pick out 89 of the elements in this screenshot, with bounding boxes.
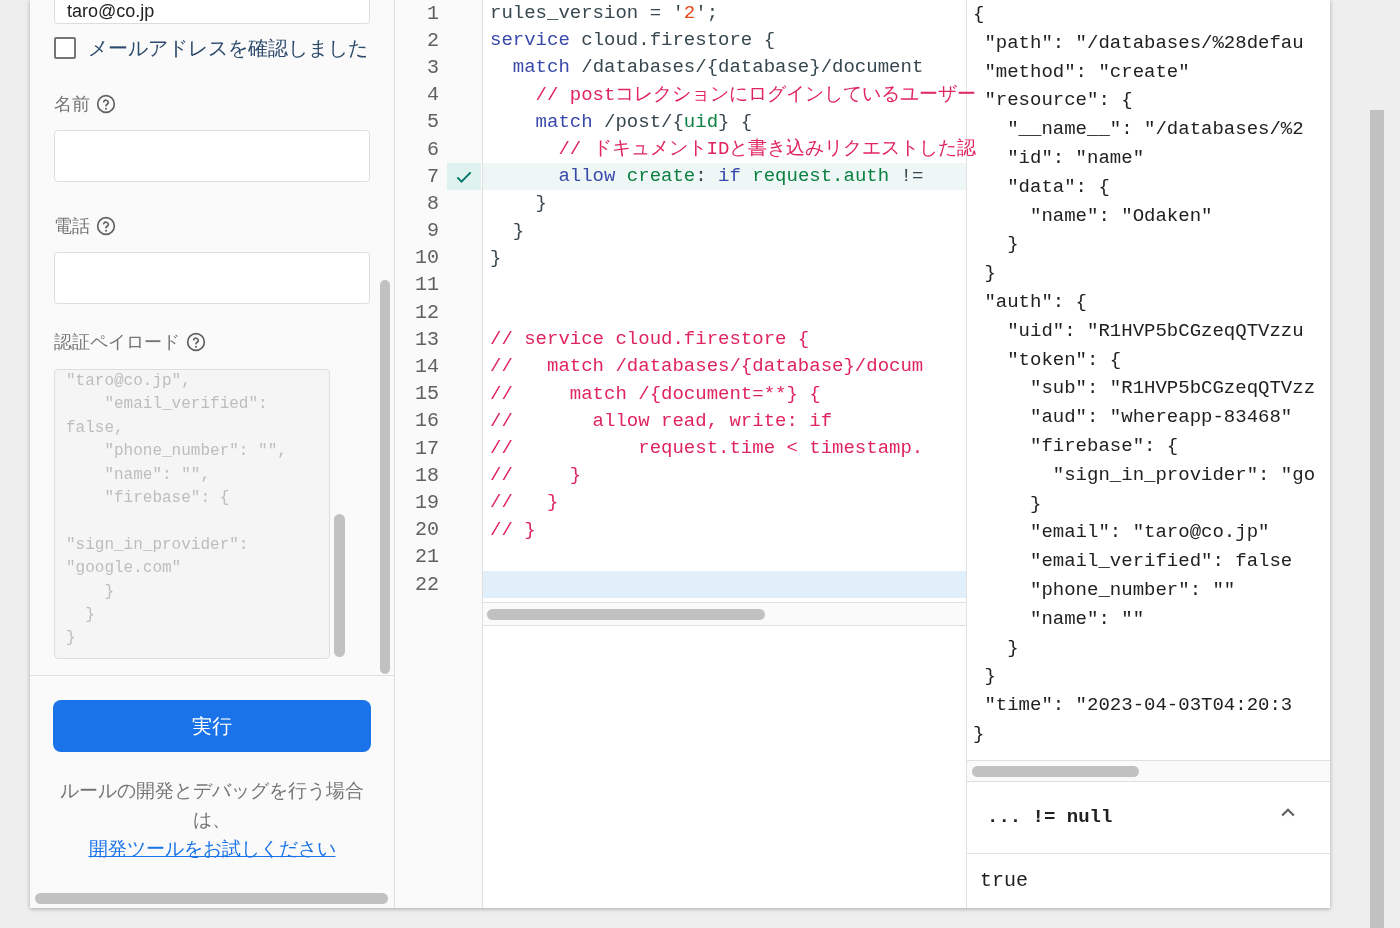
- line-number: 3: [426, 54, 439, 81]
- line-number: 10: [414, 245, 439, 272]
- json-line: "phone_number": "": [1029, 578, 1236, 601]
- result-text: true: [980, 868, 1028, 894]
- line-number: 19: [414, 489, 439, 516]
- expression-header[interactable]: ... != null: [967, 782, 1330, 854]
- code-line: // }: [490, 491, 559, 514]
- json-line: "email_verified": false: [1029, 550, 1293, 573]
- json-line: }: [1029, 492, 1042, 515]
- json-line: "path": "/databases/%28defau: [983, 31, 1304, 54]
- scrollbar-thumb[interactable]: [380, 280, 390, 674]
- field-label: 認証ペイロード: [54, 330, 180, 354]
- line-number: 16: [414, 408, 439, 435]
- json-line: "time": "2023-04-03T04:20:3: [983, 694, 1293, 717]
- line-number: 8: [426, 190, 439, 217]
- line-number: 6: [426, 136, 439, 163]
- line-number: 4: [426, 82, 439, 109]
- line-number: 9: [426, 218, 439, 245]
- code-line: match /post/{uid} {: [534, 110, 753, 133]
- json-line: "uid": "R1HVP5bCGzeqQTVzzu: [1006, 319, 1304, 342]
- input-field[interactable]: [54, 130, 370, 182]
- email-field[interactable]: taro@co.jp: [54, 0, 370, 24]
- line-number: 12: [414, 299, 439, 326]
- help-icon[interactable]: [96, 94, 116, 114]
- json-line: "__name__": "/databases/%2: [1006, 118, 1304, 141]
- field-label: 電話: [54, 214, 90, 238]
- code-line: }: [511, 219, 525, 242]
- json-line: "firebase": {: [1029, 434, 1179, 457]
- code-line: // }: [490, 518, 536, 541]
- code-line: // }: [490, 464, 582, 487]
- help-icon[interactable]: [186, 332, 206, 352]
- code-line: // postコレクションにログインしているユーザー: [534, 83, 977, 106]
- json-line: }: [1006, 636, 1019, 659]
- payload-text-area: "taro@co.jp", "email_verified": false, "phone_number": "", "name": "", "firebase": { "sign_in_provider": "google.com" } } }: [54, 369, 330, 659]
- code-line: // service cloud.firestore {: [490, 328, 810, 351]
- json-line: "aud": "whereapp-83468": [1029, 406, 1293, 429]
- code-line: match /databases/{database}/document: [511, 56, 924, 79]
- line-number: 17: [414, 435, 439, 462]
- code-line: // request.time < timestamp.: [490, 437, 924, 459]
- code-line: rules_version = '2';: [490, 2, 719, 24]
- hint-text: ルールの開発とデバッグを行う場合は、: [59, 779, 365, 832]
- help-icon[interactable]: [96, 216, 116, 236]
- line-number: 15: [414, 381, 439, 408]
- code-line: }: [534, 192, 547, 215]
- scrollbar-thumb[interactable]: [972, 766, 1139, 777]
- code-line: // allow read, write: if: [490, 409, 833, 432]
- input-field[interactable]: [54, 252, 370, 304]
- json-line: {: [973, 3, 985, 25]
- code-line: }: [490, 246, 502, 269]
- line-number: 13: [414, 326, 439, 353]
- line-number: 2: [426, 27, 439, 54]
- code-line: allow create: if request.auth !=: [557, 165, 924, 188]
- json-line: "name": "": [1029, 607, 1145, 630]
- scrollbar-thumb[interactable]: [1370, 110, 1384, 928]
- json-line: }: [1006, 233, 1019, 256]
- run-button[interactable]: 実行: [53, 700, 371, 752]
- scrollbar-thumb[interactable]: [35, 893, 388, 904]
- scrollbar-thumb[interactable]: [487, 609, 765, 621]
- json-line: "data": {: [1006, 175, 1110, 198]
- line-number: 5: [426, 109, 439, 136]
- checkbox-label: メールアドレスを確認しました: [88, 36, 368, 61]
- code-line: service cloud.firestore {: [490, 29, 776, 52]
- json-line: "token": {: [1006, 348, 1122, 371]
- line-number: 20: [414, 517, 439, 544]
- json-line: }: [983, 262, 996, 285]
- json-line: "name": "Odaken": [1029, 204, 1213, 227]
- line-number: 21: [414, 544, 439, 571]
- code-line: // match /{document=**} {: [490, 382, 821, 405]
- json-line: "resource": {: [983, 89, 1133, 112]
- json-line: "sign_in_provider": "go: [1051, 463, 1316, 486]
- json-line: "sub": "R1HVP5bCGzeqQTVzz: [1029, 377, 1316, 400]
- json-line: }: [973, 722, 985, 745]
- json-line: "id": "name": [1006, 147, 1145, 169]
- json-line: }: [983, 665, 996, 688]
- line-number: 14: [414, 354, 439, 381]
- line-number: 7: [426, 163, 439, 190]
- json-line: "auth": {: [983, 290, 1088, 313]
- code-line: // match /databases/{database}/docum: [490, 355, 924, 378]
- field-label: 名前: [54, 92, 90, 116]
- scrollbar-thumb[interactable]: [334, 514, 345, 657]
- code-line: // ドキュメントIDと書き込みリクエストした認: [557, 137, 977, 160]
- line-number: 22: [414, 571, 439, 598]
- line-number: 11: [414, 272, 439, 299]
- json-line: "method": "create": [983, 60, 1190, 83]
- line-number: 1: [426, 0, 439, 27]
- json-line: "email": "taro@co.jp": [1029, 521, 1270, 544]
- checkbox[interactable]: [54, 37, 76, 59]
- line-number: 18: [414, 462, 439, 489]
- dev-tools-link[interactable]: 開発ツールをお試しください: [88, 835, 336, 864]
